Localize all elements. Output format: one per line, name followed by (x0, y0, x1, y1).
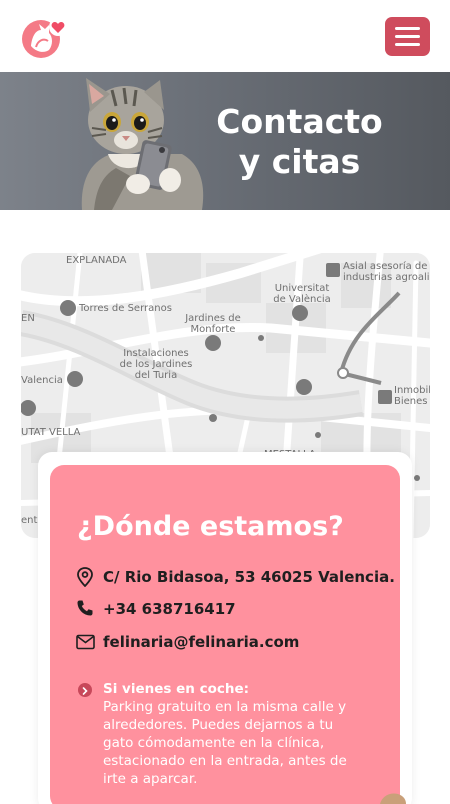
map-label-torres: Torres de Serranos (79, 303, 172, 314)
parking-heading: Si vienes en coche: (103, 681, 250, 697)
email-icon (76, 634, 95, 650)
map-label-instalaciones: Instalaciones de los Jardines del Turia (119, 348, 193, 381)
map-label-ciutat: UTAT VELLA (21, 427, 81, 438)
map-label-asial: Asial asesoría de industrias agroali (343, 261, 430, 283)
cat-heart-logo-icon[interactable] (20, 16, 70, 58)
hamburger-menu-button[interactable] (385, 17, 430, 56)
email-link[interactable]: felinaria@felinaria.com (103, 631, 299, 653)
contact-banner: Contacto y citas (0, 72, 450, 210)
map-label-inmobili: Inmobili Bienes (394, 385, 430, 407)
menu-bar (395, 27, 420, 30)
map-label-valencia: Valencia (21, 375, 63, 386)
location-pin-icon (77, 567, 93, 587)
map-label-jardines: Jardines de Monforte (185, 313, 241, 335)
menu-bar (395, 35, 420, 38)
contact-title: ¿Dónde estamos? (77, 511, 344, 542)
chevron-right-icon (78, 683, 92, 697)
page-title-line2: y citas (238, 142, 361, 181)
map-label-universitat: Universitat de València (273, 283, 331, 305)
cat-paw-icon (380, 793, 406, 804)
phone-link[interactable]: +34 638716417 (103, 598, 236, 620)
map-label: EN (21, 313, 35, 324)
phone-icon (77, 600, 93, 616)
site-header (0, 0, 450, 72)
page-title: Contacto y citas (212, 102, 387, 182)
parking-text: Parking gratuito en la misma calle y alr… (103, 699, 347, 787)
address-text: C/ Rio Bidasoa, 53 46025 Valencia. (103, 568, 395, 586)
parking-info: Si vienes en coche: Parking gratuito en … (103, 680, 353, 788)
menu-bar (395, 43, 420, 46)
page-title-line1: Contacto (216, 102, 383, 141)
cat-holding-phone-image (81, 78, 204, 210)
map-label: EXPLANADA (66, 255, 127, 266)
